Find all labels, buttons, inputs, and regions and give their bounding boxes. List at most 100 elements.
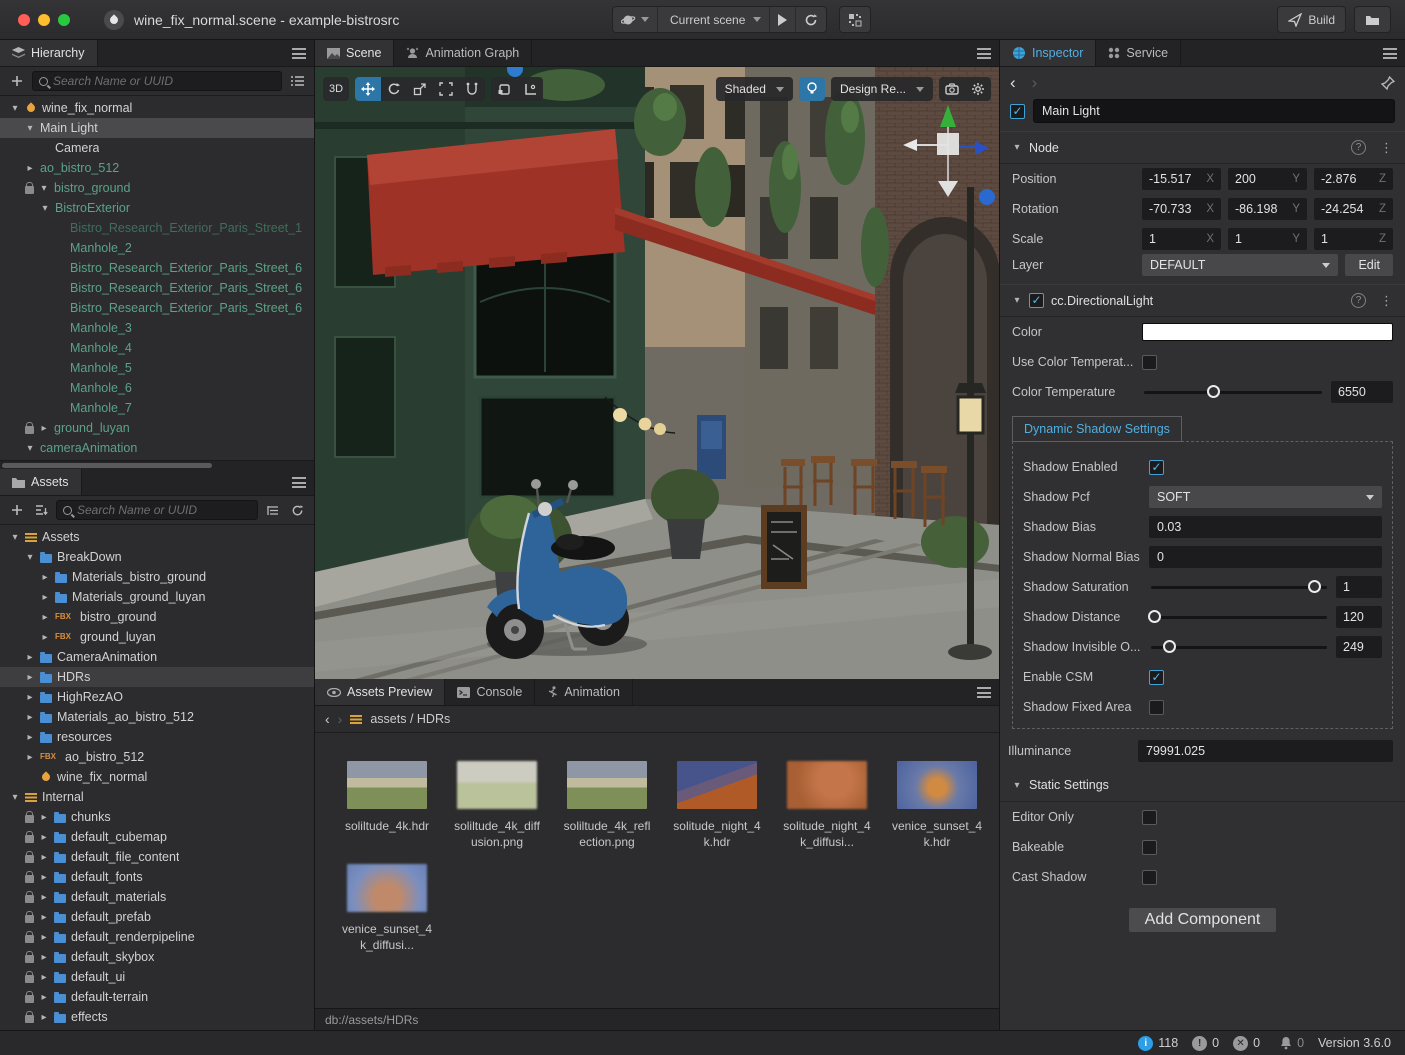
hierarchy-tree-row[interactable]: Bistro_Research_Exterior_Paris_Street_6 bbox=[0, 298, 314, 318]
hierarchy-tree-row[interactable]: ▾ Main Light bbox=[0, 118, 314, 138]
assets-tree-row[interactable]: ▸ default_materials bbox=[0, 887, 314, 907]
shadow-invisible-value[interactable]: 249 bbox=[1336, 636, 1382, 658]
assets-menu-icon[interactable] bbox=[292, 477, 306, 488]
tab-animation-graph[interactable]: Animation Graph bbox=[394, 40, 533, 66]
shadow-invisible-slider[interactable] bbox=[1149, 636, 1329, 658]
expand-arrow-icon[interactable]: ▸ bbox=[25, 732, 35, 743]
node-name-field[interactable]: Main Light bbox=[1033, 99, 1395, 123]
shadow-fixed-area-checkbox[interactable] bbox=[1149, 699, 1164, 715]
expand-arrow-icon[interactable]: ▸ bbox=[39, 423, 49, 434]
hierarchy-tree-row[interactable]: Manhole_4 bbox=[0, 338, 314, 358]
kebab-menu-icon[interactable]: ⋮ bbox=[1380, 293, 1393, 309]
hierarchy-tree-row[interactable]: Manhole_7 bbox=[0, 398, 314, 418]
asset-file-item[interactable]: soliltude_4k_reflection.png bbox=[563, 761, 651, 850]
minimize-window-button[interactable] bbox=[38, 13, 50, 26]
help-icon[interactable]: ? bbox=[1351, 140, 1366, 155]
build-button[interactable]: Build bbox=[1277, 6, 1346, 33]
hierarchy-tree-row[interactable]: Manhole_5 bbox=[0, 358, 314, 378]
expand-arrow-icon[interactable]: ▸ bbox=[25, 163, 35, 174]
tab-inspector[interactable]: Inspector bbox=[1000, 40, 1097, 66]
node-section-header[interactable]: ▾ Node ? ⋮ bbox=[1000, 131, 1405, 164]
hierarchy-tree-row[interactable]: Bistro_Research_Exterior_Paris_Street_6 bbox=[0, 278, 314, 298]
light-color-swatch[interactable] bbox=[1142, 323, 1393, 341]
assets-collapse-button[interactable] bbox=[264, 501, 282, 519]
expand-arrow-icon[interactable]: ▾ bbox=[25, 123, 35, 134]
expand-arrow-icon[interactable]: ▾ bbox=[10, 103, 20, 114]
hierarchy-tree-row[interactable]: Bistro_Research_Exterior_Paris_Street_6 bbox=[0, 258, 314, 278]
assets-tree-row[interactable]: ▸ default_cubemap bbox=[0, 827, 314, 847]
hierarchy-tree-row[interactable]: ▾ cameraAnimation bbox=[0, 438, 314, 458]
expand-arrow-icon[interactable]: ▾ bbox=[25, 443, 35, 454]
assets-tree-row[interactable]: ▸ default_file_content bbox=[0, 847, 314, 867]
maximize-window-button[interactable] bbox=[58, 13, 70, 26]
assets-tree-row[interactable]: ▸ CameraAnimation bbox=[0, 647, 314, 667]
scene-settings-gear-button[interactable] bbox=[965, 77, 991, 101]
expand-arrow-icon[interactable]: ▸ bbox=[39, 872, 49, 883]
scale-tool-button[interactable] bbox=[407, 77, 433, 101]
expand-arrow-icon[interactable]: ▸ bbox=[39, 992, 49, 1003]
hierarchy-tree-row[interactable]: Manhole_3 bbox=[0, 318, 314, 338]
assets-tree-row[interactable]: ▾ Internal bbox=[0, 787, 314, 807]
expand-arrow-icon[interactable]: ▸ bbox=[40, 572, 50, 583]
pin-icon[interactable] bbox=[1381, 76, 1395, 90]
illuminance-field[interactable]: 79991.025 bbox=[1138, 740, 1393, 762]
assets-search[interactable] bbox=[56, 500, 258, 520]
expand-arrow-icon[interactable]: ▾ bbox=[39, 183, 49, 194]
preview-menu-icon[interactable] bbox=[977, 687, 991, 698]
position-x-field[interactable]: -15.517 X bbox=[1142, 168, 1221, 190]
kebab-menu-icon[interactable]: ⋮ bbox=[1380, 140, 1393, 156]
coordinate-toggle-button[interactable] bbox=[517, 77, 543, 101]
sort-assets-button[interactable] bbox=[32, 501, 50, 519]
breadcrumb-forward-button[interactable]: › bbox=[338, 711, 343, 727]
scene-camera-button[interactable] bbox=[939, 77, 965, 101]
inspector-menu-icon[interactable] bbox=[1383, 48, 1397, 59]
scale-z-field[interactable]: 1Z bbox=[1314, 228, 1393, 250]
device-select[interactable] bbox=[613, 7, 658, 32]
expand-arrow-icon[interactable]: ▾ bbox=[25, 552, 35, 563]
assets-tree-row[interactable]: ▸ HDRs bbox=[0, 667, 314, 687]
pivot-toggle-button[interactable] bbox=[491, 77, 517, 101]
hierarchy-list-toggle-button[interactable] bbox=[288, 72, 306, 90]
close-window-button[interactable] bbox=[18, 13, 30, 26]
hierarchy-tree-row[interactable]: ▾ bistro_ground bbox=[0, 178, 314, 198]
assets-tree-row[interactable]: wine_fix_normal bbox=[0, 767, 314, 787]
tab-service[interactable]: Service bbox=[1096, 40, 1182, 66]
tab-scene[interactable]: Scene bbox=[315, 40, 395, 66]
shadow-normal-bias-field[interactable]: 0 bbox=[1149, 546, 1382, 568]
layer-dropdown[interactable]: DEFAULT bbox=[1142, 254, 1339, 276]
hierarchy-horizontal-scrollbar[interactable] bbox=[0, 460, 314, 469]
notification-count[interactable]: 0 bbox=[1280, 1036, 1304, 1050]
rotation-z-field[interactable]: -24.254 Z bbox=[1314, 198, 1393, 220]
inspector-forward-button[interactable]: › bbox=[1032, 73, 1038, 93]
shadow-enabled-checkbox[interactable] bbox=[1149, 459, 1164, 475]
directional-light-section-header[interactable]: ▾ cc.DirectionalLight ? ⋮ bbox=[1000, 284, 1405, 317]
expand-arrow-icon[interactable]: ▸ bbox=[39, 952, 49, 963]
refresh-button[interactable] bbox=[796, 7, 826, 32]
assets-search-input[interactable] bbox=[77, 503, 251, 517]
assets-tree-row[interactable]: ▸ default_prefab bbox=[0, 907, 314, 927]
expand-arrow-icon[interactable]: ▸ bbox=[39, 832, 49, 843]
assets-tree-row[interactable]: ▸ Materials_ground_luyan bbox=[0, 587, 314, 607]
position-y-field[interactable]: 200 Y bbox=[1228, 168, 1307, 190]
scene-viewport[interactable]: 3D Shaded Design Re... bbox=[315, 67, 999, 679]
hierarchy-tree-row[interactable]: Bistro_Research_Exterior_Paris_Street_1 bbox=[0, 218, 314, 238]
expand-arrow-icon[interactable]: ▸ bbox=[25, 652, 35, 663]
rotate-tool-button[interactable] bbox=[381, 77, 407, 101]
rotation-x-field[interactable]: -70.733 X bbox=[1142, 198, 1221, 220]
assets-tree-row[interactable]: ▸ default_ui bbox=[0, 967, 314, 987]
create-asset-button[interactable] bbox=[8, 501, 26, 519]
create-node-button[interactable] bbox=[8, 72, 26, 90]
expand-arrow-icon[interactable]: ▸ bbox=[40, 592, 50, 603]
asset-file-item[interactable]: soliltude_4k.hdr bbox=[343, 761, 431, 850]
scale-x-field[interactable]: 1X bbox=[1142, 228, 1221, 250]
tab-animation[interactable]: Animation bbox=[535, 679, 633, 705]
assets-tree-row[interactable]: ▸ HighRezAO bbox=[0, 687, 314, 707]
shadow-saturation-slider[interactable] bbox=[1149, 576, 1329, 598]
expand-arrow-icon[interactable]: ▸ bbox=[39, 852, 49, 863]
shadow-distance-slider[interactable] bbox=[1148, 606, 1329, 628]
asset-file-item[interactable]: solitude_night_4k.hdr bbox=[673, 761, 761, 850]
expand-arrow-icon[interactable]: ▸ bbox=[25, 672, 35, 683]
assets-tree-row[interactable]: ▸ bistro_ground bbox=[0, 607, 314, 627]
assets-tree-row[interactable]: ▸ ao_bistro_512 bbox=[0, 747, 314, 767]
assets-tree-row[interactable]: ▾ BreakDown bbox=[0, 547, 314, 567]
